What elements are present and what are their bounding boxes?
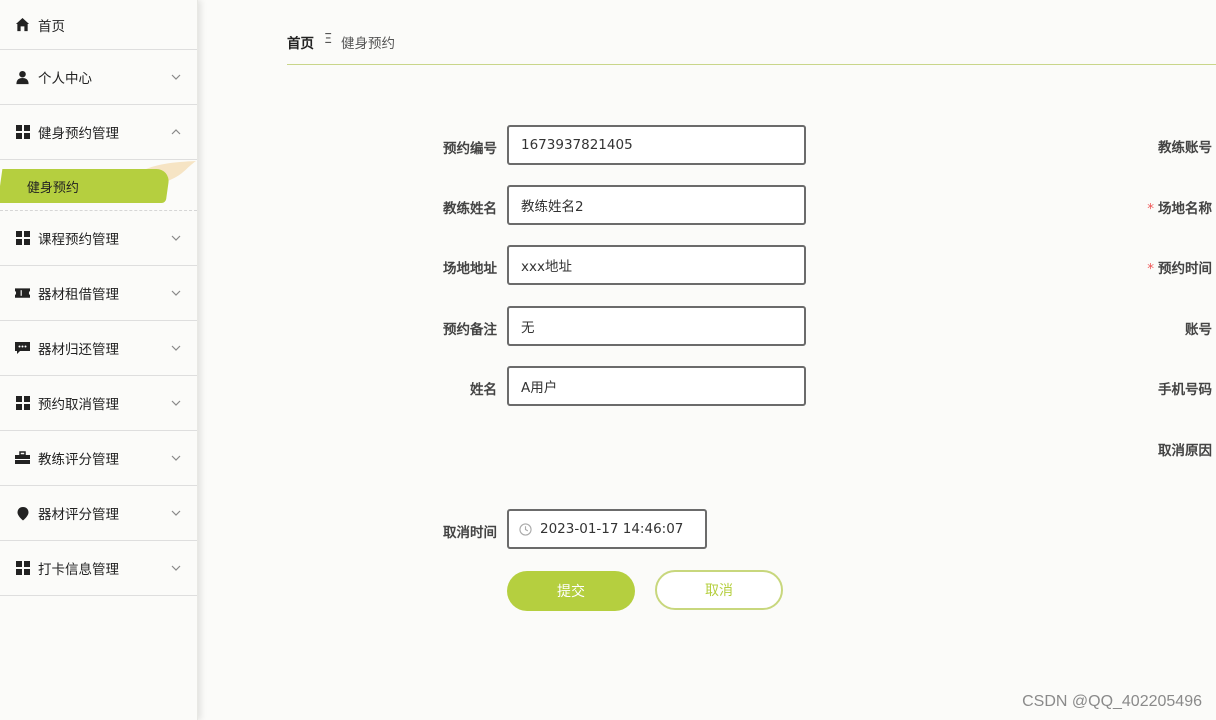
grid-icon [15, 125, 30, 140]
location-icon [15, 506, 30, 521]
chevron-down-icon [171, 74, 181, 80]
breadcrumb-home[interactable]: 首页 [287, 32, 314, 52]
coach-name-input[interactable] [507, 185, 806, 225]
venue-name-label: * 场地名称 [1147, 201, 1212, 217]
sidebar-item-label: 个人中心 [38, 71, 92, 87]
sidebar-item-booking-cancel[interactable]: 预约取消管理 [0, 376, 197, 431]
sidebar-item-label: 课程预约管理 [38, 232, 119, 248]
booking-no-label: 预约编号 [443, 141, 497, 157]
sidebar-item-home[interactable]: 首页 [0, 0, 197, 50]
submit-button[interactable]: 提交 [507, 571, 635, 611]
breadcrumb-separator: Ξ [324, 32, 333, 47]
venue-address-input[interactable] [507, 245, 806, 285]
breadcrumb: 首页 Ξ 健身预约 [287, 28, 1216, 65]
sidebar-item-personal-center[interactable]: 个人中心 [0, 50, 197, 105]
sidebar-item-coach-rating[interactable]: 教练评分管理 [0, 431, 197, 486]
home-icon [15, 17, 30, 32]
sidebar-item-label: 器材评分管理 [38, 507, 119, 523]
cancel-button[interactable]: 取消 [655, 570, 783, 610]
sidebar-item-course-booking[interactable]: 课程预约管理 [0, 211, 197, 266]
booking-note-input[interactable] [507, 306, 806, 346]
ticket-icon [15, 286, 30, 301]
chevron-down-icon [171, 235, 181, 241]
sidebar-item-label: 预约取消管理 [38, 397, 119, 413]
grid-icon [15, 561, 30, 576]
sidebar-item-label: 首页 [38, 18, 65, 35]
sidebar-item-label: 打卡信息管理 [38, 562, 119, 578]
briefcase-icon [15, 451, 30, 466]
booking-note-label: 预约备注 [443, 322, 497, 338]
breadcrumb-current: 健身预约 [341, 36, 395, 52]
account-label: 账号 [1185, 322, 1212, 338]
chevron-down-icon [171, 345, 181, 351]
message-icon [15, 341, 30, 356]
sidebar: 首页 个人中心 健身预约管理 健身预约 课程预约管理 器材租借管理 器材归还管理… [0, 0, 198, 720]
coach-account-label: 教练账号 [1158, 140, 1212, 156]
cancel-time-picker[interactable]: 2023-01-17 14:46:07 [507, 509, 707, 549]
booking-no-input[interactable] [507, 125, 806, 165]
sidebar-item-equipment-return[interactable]: 器材归还管理 [0, 321, 197, 376]
chevron-down-icon [171, 400, 181, 406]
sidebar-item-label: 器材归还管理 [38, 342, 119, 358]
cancel-reason-label: 取消原因 [1158, 443, 1212, 459]
chevron-down-icon [171, 510, 181, 516]
sidebar-item-equipment-rental[interactable]: 器材租借管理 [0, 266, 197, 321]
venue-address-label: 场地地址 [443, 261, 497, 277]
coach-name-label: 教练姓名 [443, 201, 497, 217]
cancel-time-value: 2023-01-17 14:46:07 [540, 521, 684, 537]
cancel-time-label: 取消时间 [443, 525, 497, 541]
name-input[interactable] [507, 366, 806, 406]
chevron-down-icon [171, 565, 181, 571]
watermark: CSDN @QQ_402205496 [1022, 693, 1202, 710]
clock-icon [519, 522, 532, 536]
sidebar-item-label: 器材租借管理 [38, 287, 119, 303]
sidebar-item-fitness-booking[interactable]: 健身预约管理 [0, 105, 197, 160]
required-mark: * [1147, 201, 1154, 217]
chevron-up-icon [171, 129, 181, 135]
sidebar-item-checkin-info[interactable]: 打卡信息管理 [0, 541, 197, 596]
sidebar-subitem-fitness-booking[interactable]: 健身预约 [0, 169, 171, 203]
chevron-down-icon [171, 455, 181, 461]
phone-label: 手机号码 [1158, 382, 1212, 398]
sidebar-item-equipment-rating[interactable]: 器材评分管理 [0, 486, 197, 541]
user-icon [15, 70, 30, 85]
grid-icon [15, 231, 30, 246]
name-label: 姓名 [470, 382, 497, 398]
submenu-fitness-booking: 健身预约 [0, 160, 197, 211]
chevron-down-icon [171, 290, 181, 296]
booking-time-label: * 预约时间 [1147, 261, 1212, 277]
sidebar-item-label: 教练评分管理 [38, 452, 119, 468]
grid-icon [15, 396, 30, 411]
required-mark: * [1147, 261, 1154, 277]
sidebar-item-label: 健身预约管理 [38, 126, 119, 142]
